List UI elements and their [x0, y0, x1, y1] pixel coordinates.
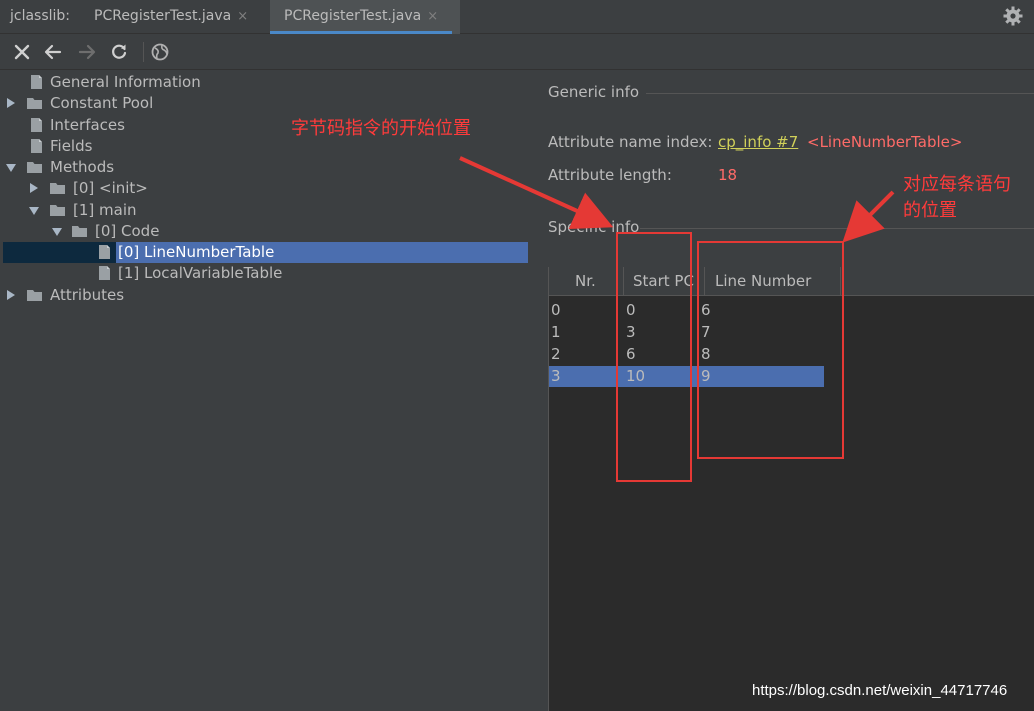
tree-item-general-information[interactable]: General Information: [0, 72, 300, 93]
annotation-box-start-pc: [616, 232, 692, 482]
tab-pcregistertest-1[interactable]: PCRegisterTest.java ×: [94, 0, 248, 34]
toolbar-separator: [143, 42, 144, 62]
chevron-right-icon[interactable]: [6, 289, 16, 301]
attribute-length-label: Attribute length:: [548, 166, 672, 184]
tree-item-line-number-table[interactable]: [0] LineNumberTable: [0, 242, 528, 263]
tree-item-label: Fields: [50, 137, 93, 155]
tree-item-method-init[interactable]: [0] <init>: [0, 178, 300, 199]
tab-label: PCRegisterTest.java: [94, 8, 232, 24]
gear-icon[interactable]: [1003, 6, 1023, 26]
tree-item-label: [0] <init>: [73, 179, 148, 197]
tree-item-label: Methods: [50, 158, 115, 176]
tab-close-icon[interactable]: ×: [237, 9, 248, 24]
cell-nr: 1: [551, 323, 561, 341]
tree-item-label: Interfaces: [50, 116, 125, 134]
chevron-right-icon[interactable]: [29, 182, 39, 194]
tree-item-constant-pool[interactable]: Constant Pool: [0, 93, 300, 114]
section-divider: [646, 93, 1034, 94]
tree-item-methods[interactable]: Methods: [0, 157, 300, 178]
close-icon[interactable]: [12, 42, 32, 62]
cell-nr: 2: [551, 345, 561, 363]
attribute-length-value: 18: [718, 166, 738, 184]
tree-item-label: [1] LocalVariableTable: [118, 264, 283, 282]
refresh-icon[interactable]: [109, 42, 129, 62]
tree-item-label: [0] LineNumberTable: [118, 243, 275, 261]
back-icon[interactable]: [43, 42, 63, 62]
chevron-right-icon[interactable]: [6, 97, 16, 109]
tree-item-attributes[interactable]: Attributes: [0, 285, 300, 306]
file-icon: [99, 245, 110, 259]
folder-icon: [50, 183, 65, 194]
folder-icon: [72, 226, 87, 237]
file-icon: [99, 266, 110, 280]
attribute-name-index-label: Attribute name index:: [548, 133, 713, 151]
annotation-box-line-number: [697, 241, 844, 459]
generic-info-title: Generic info: [548, 83, 640, 101]
web-icon[interactable]: [150, 42, 170, 62]
tree-item-label: Attributes: [50, 286, 125, 304]
tab-close-icon[interactable]: ×: [427, 9, 438, 24]
folder-icon: [50, 205, 65, 216]
tree-item-method-main[interactable]: [1] main: [0, 200, 300, 221]
toolbar: [0, 34, 1034, 70]
file-icon: [31, 75, 42, 89]
class-structure-tree: General Information Constant Pool Interf…: [0, 70, 540, 711]
tree-item-interfaces[interactable]: Interfaces: [0, 115, 300, 136]
tree-item-label: General Information: [50, 73, 201, 91]
cell-nr: 0: [551, 301, 561, 319]
tree-item-fields[interactable]: Fields: [0, 136, 300, 157]
chevron-down-icon[interactable]: [29, 204, 39, 216]
tree-item-code[interactable]: [0] Code: [0, 221, 300, 242]
tab-bar: jclasslib: PCRegisterTest.java × PCRegist…: [0, 0, 1034, 34]
annotation-line-note-1: 对应每条语句: [903, 174, 1011, 195]
file-icon: [31, 139, 42, 153]
folder-icon: [27, 290, 42, 301]
cell-nr: 3: [551, 367, 561, 385]
section-divider: [640, 228, 1034, 229]
tree-item-label: [1] main: [73, 201, 137, 219]
tree-item-local-variable-table[interactable]: [1] LocalVariableTable: [0, 263, 300, 284]
attribute-name-value: <LineNumberTable>: [807, 133, 963, 151]
folder-icon: [27, 98, 42, 109]
tree-item-label: [0] Code: [95, 222, 160, 240]
tree-item-label: Constant Pool: [50, 94, 154, 112]
chevron-down-icon[interactable]: [6, 161, 16, 173]
folder-icon: [27, 162, 42, 173]
cp-info-link[interactable]: cp_info #7: [718, 133, 798, 151]
column-header-nr[interactable]: Nr.: [575, 272, 596, 290]
file-icon: [31, 118, 42, 132]
tool-prefix: jclasslib:: [10, 8, 71, 24]
forward-icon[interactable]: [77, 42, 97, 62]
annotation-line-note-2: 的位置: [903, 200, 957, 221]
tab-pcregistertest-2-active[interactable]: PCRegisterTest.java ×: [269, 0, 453, 34]
tab-label: PCRegisterTest.java: [284, 8, 422, 24]
watermark: https://blog.csdn.net/weixin_44717746: [752, 682, 1008, 699]
annotation-start-pc-note: 字节码指令的开始位置: [291, 118, 471, 139]
chevron-down-icon[interactable]: [52, 225, 62, 237]
